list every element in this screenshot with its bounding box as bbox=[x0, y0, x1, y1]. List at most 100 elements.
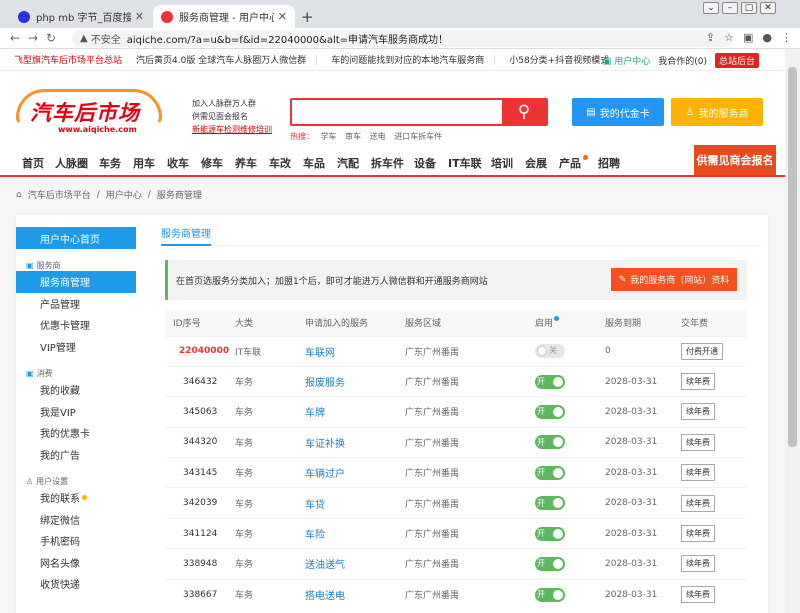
tab-provider-mgmt[interactable]: 服务商管理 bbox=[161, 225, 211, 246]
url-text[interactable]: aiqiche.com/?a=u&b=f&id=22040000&alt=申请汽… bbox=[127, 31, 448, 46]
enable-toggle[interactable]: 开 bbox=[535, 465, 565, 480]
nav-item[interactable]: 首页 bbox=[22, 155, 44, 171]
hot-word[interactable]: 学车 bbox=[321, 132, 337, 141]
sidebar-item-phone-password[interactable]: 手机密码 bbox=[16, 530, 136, 552]
nav-item[interactable]: 收车 bbox=[167, 155, 189, 171]
announcement[interactable]: 汽后黄页4.0版 全球汽车人脉圈万人微信群 bbox=[136, 53, 306, 66]
site-logo[interactable]: 汽车后市场 www.aiqiche.com bbox=[16, 83, 166, 134]
cell-service-link[interactable]: 车牌 bbox=[305, 396, 405, 428]
cell-service-link[interactable]: 车贷 bbox=[305, 487, 405, 519]
nav-item[interactable]: 设备 bbox=[414, 155, 436, 171]
sidebar-item-vip[interactable]: 我是VIP bbox=[16, 401, 136, 423]
nav-item[interactable]: 招聘 bbox=[598, 155, 620, 171]
search-button[interactable]: ⚲ bbox=[502, 100, 546, 124]
enable-toggle[interactable]: 开 bbox=[535, 526, 565, 541]
hot-word[interactable]: 送电 bbox=[370, 132, 386, 141]
cell-service-link[interactable]: 车险 bbox=[305, 517, 405, 549]
sidebar-item-provider-mgmt[interactable]: 服务商管理 bbox=[16, 271, 136, 293]
profile-icon[interactable]: ● bbox=[762, 31, 772, 44]
hot-word[interactable]: 进口车拆车件 bbox=[394, 132, 442, 141]
menu-icon[interactable]: ⋮ bbox=[781, 31, 792, 44]
nav-item-product[interactable]: 产品 bbox=[559, 155, 588, 171]
nav-item[interactable]: 养车 bbox=[235, 155, 257, 171]
search-input[interactable] bbox=[292, 100, 502, 124]
cell-service-link[interactable]: 车联网 bbox=[305, 335, 405, 367]
renew-fee-button[interactable]: 续年费 bbox=[681, 403, 715, 421]
sidebar-item-my-ads[interactable]: 我的广告 bbox=[16, 444, 136, 466]
announcement[interactable]: 飞型旗汽车后市场平台总站 bbox=[14, 53, 122, 66]
cell-service-link[interactable]: 报废服务 bbox=[305, 365, 405, 397]
nav-item[interactable]: 修车 bbox=[201, 155, 223, 171]
renew-fee-button[interactable]: 续年费 bbox=[681, 373, 715, 391]
page-scrollbar[interactable] bbox=[785, 49, 800, 613]
back-icon[interactable]: ← bbox=[6, 31, 24, 45]
home-icon[interactable]: ⌂ bbox=[16, 190, 22, 200]
enable-toggle[interactable]: 开 bbox=[535, 496, 565, 511]
breadcrumb-item[interactable]: 汽车后市场平台 bbox=[28, 188, 91, 201]
nav-item[interactable]: 车改 bbox=[269, 155, 291, 171]
nav-item[interactable]: 拆车件 bbox=[371, 155, 404, 171]
close-window-icon[interactable]: ✕ bbox=[760, 2, 776, 14]
share-icon[interactable]: ⇪ bbox=[706, 31, 715, 44]
nav-item[interactable]: 汽配 bbox=[337, 155, 359, 171]
my-provider-button[interactable]: ♙ 我的服务商 bbox=[671, 98, 763, 126]
nav-item[interactable]: 会展 bbox=[525, 155, 547, 171]
nav-item[interactable]: 培训 bbox=[491, 155, 513, 171]
sidebar-item-avatar[interactable]: 网名头像 bbox=[16, 552, 136, 574]
url-bar[interactable]: ▲ 不安全 aiqiche.com/?a=u&b=f&id=22040000&a… bbox=[72, 30, 732, 47]
my-coop-link[interactable]: 我合作的(0) bbox=[658, 54, 707, 67]
special-nav-button[interactable]: 供需见商会报名 bbox=[694, 145, 776, 175]
nav-item[interactable]: 车品 bbox=[303, 155, 325, 171]
renew-fee-button[interactable]: 续年费 bbox=[681, 525, 715, 543]
browser-tab-baidu[interactable]: php mb 字节_百度搜索 ✕ bbox=[10, 5, 152, 28]
enable-toggle[interactable]: 关 bbox=[535, 343, 565, 358]
sidebar-item-shipping[interactable]: 收货快递 bbox=[16, 573, 136, 595]
enable-toggle[interactable]: 开 bbox=[535, 404, 565, 419]
renew-fee-button[interactable]: 续年费 bbox=[681, 586, 715, 604]
enable-toggle[interactable]: 开 bbox=[535, 374, 565, 389]
hot-word[interactable]: 审车 bbox=[345, 132, 361, 141]
minimize-icon[interactable]: – bbox=[722, 2, 738, 14]
sidebar-item-wechat[interactable]: 绑定微信 bbox=[16, 509, 136, 531]
sidebar-item-contact[interactable]: 我的联系 bbox=[16, 487, 136, 509]
slogan-line[interactable]: 加入人脉群万人群 bbox=[192, 97, 272, 110]
chevron-down-icon[interactable]: ⌄ bbox=[703, 2, 719, 14]
cell-service-link[interactable]: 车辆过户 bbox=[305, 457, 405, 488]
user-center-link[interactable]: ▣ 用户中心 bbox=[603, 54, 650, 67]
sidebar-icon[interactable]: ▣ bbox=[743, 31, 753, 44]
my-card-button[interactable]: ▤ 我的代金卡 bbox=[572, 98, 664, 126]
sidebar-item-coupon-mgmt[interactable]: 优惠卡管理 bbox=[16, 314, 136, 336]
scrollbar-thumb[interactable] bbox=[788, 67, 797, 447]
reload-icon[interactable]: ↻ bbox=[42, 31, 60, 45]
renew-fee-button[interactable]: 续年费 bbox=[681, 555, 715, 573]
announcement[interactable]: 小58分类+抖音视频模式 bbox=[509, 53, 609, 66]
slogan-link[interactable]: 新能源车检测维修培训 bbox=[192, 123, 272, 136]
cell-service-link[interactable]: 送油送气 bbox=[305, 548, 405, 580]
star-icon[interactable]: ☆ bbox=[724, 31, 734, 44]
cell-service-link[interactable]: 车证补换 bbox=[305, 426, 405, 458]
forward-icon[interactable]: → bbox=[24, 31, 42, 45]
breadcrumb-item[interactable]: 用户中心 bbox=[106, 188, 142, 201]
enable-toggle[interactable]: 开 bbox=[535, 435, 565, 450]
announcement[interactable]: 车的问题能找到对应的本地汽车服务商 bbox=[331, 53, 484, 66]
nav-item[interactable]: 车务 bbox=[99, 155, 121, 171]
sidebar-item-vip-mgmt[interactable]: VIP管理 bbox=[16, 336, 136, 358]
renew-fee-button[interactable]: 续年费 bbox=[681, 494, 715, 512]
renew-fee-button[interactable]: 续年费 bbox=[681, 464, 715, 482]
nav-item[interactable]: 用车 bbox=[133, 155, 155, 171]
nav-item[interactable]: 人脉圈 bbox=[55, 155, 88, 171]
sidebar-item-product-mgmt[interactable]: 产品管理 bbox=[16, 293, 136, 315]
sidebar-item-home[interactable]: 用户中心首页 bbox=[16, 227, 136, 249]
browser-tab-active[interactable]: 服务商管理 - 用户中心 - 汽车后市 ✕ bbox=[153, 5, 295, 28]
enable-toggle[interactable]: 开 bbox=[535, 587, 565, 602]
my-provider-site-button[interactable]: ✎ 我的服务商（网站）资料 bbox=[611, 268, 737, 291]
nav-item[interactable]: IT车联 bbox=[448, 155, 482, 171]
maximize-icon[interactable]: ▢ bbox=[741, 2, 757, 14]
backend-button[interactable]: 总站后台 bbox=[714, 53, 759, 68]
cell-service-link[interactable]: 搭电送电 bbox=[305, 578, 405, 610]
sidebar-item-favorites[interactable]: 我的收藏 bbox=[16, 379, 136, 401]
close-icon[interactable]: ✕ bbox=[135, 10, 144, 23]
slogan-line[interactable]: 供需见面会报名 bbox=[192, 110, 272, 123]
sidebar-item-my-coupons[interactable]: 我的优惠卡 bbox=[16, 422, 136, 444]
enable-toggle[interactable]: 开 bbox=[535, 556, 565, 571]
